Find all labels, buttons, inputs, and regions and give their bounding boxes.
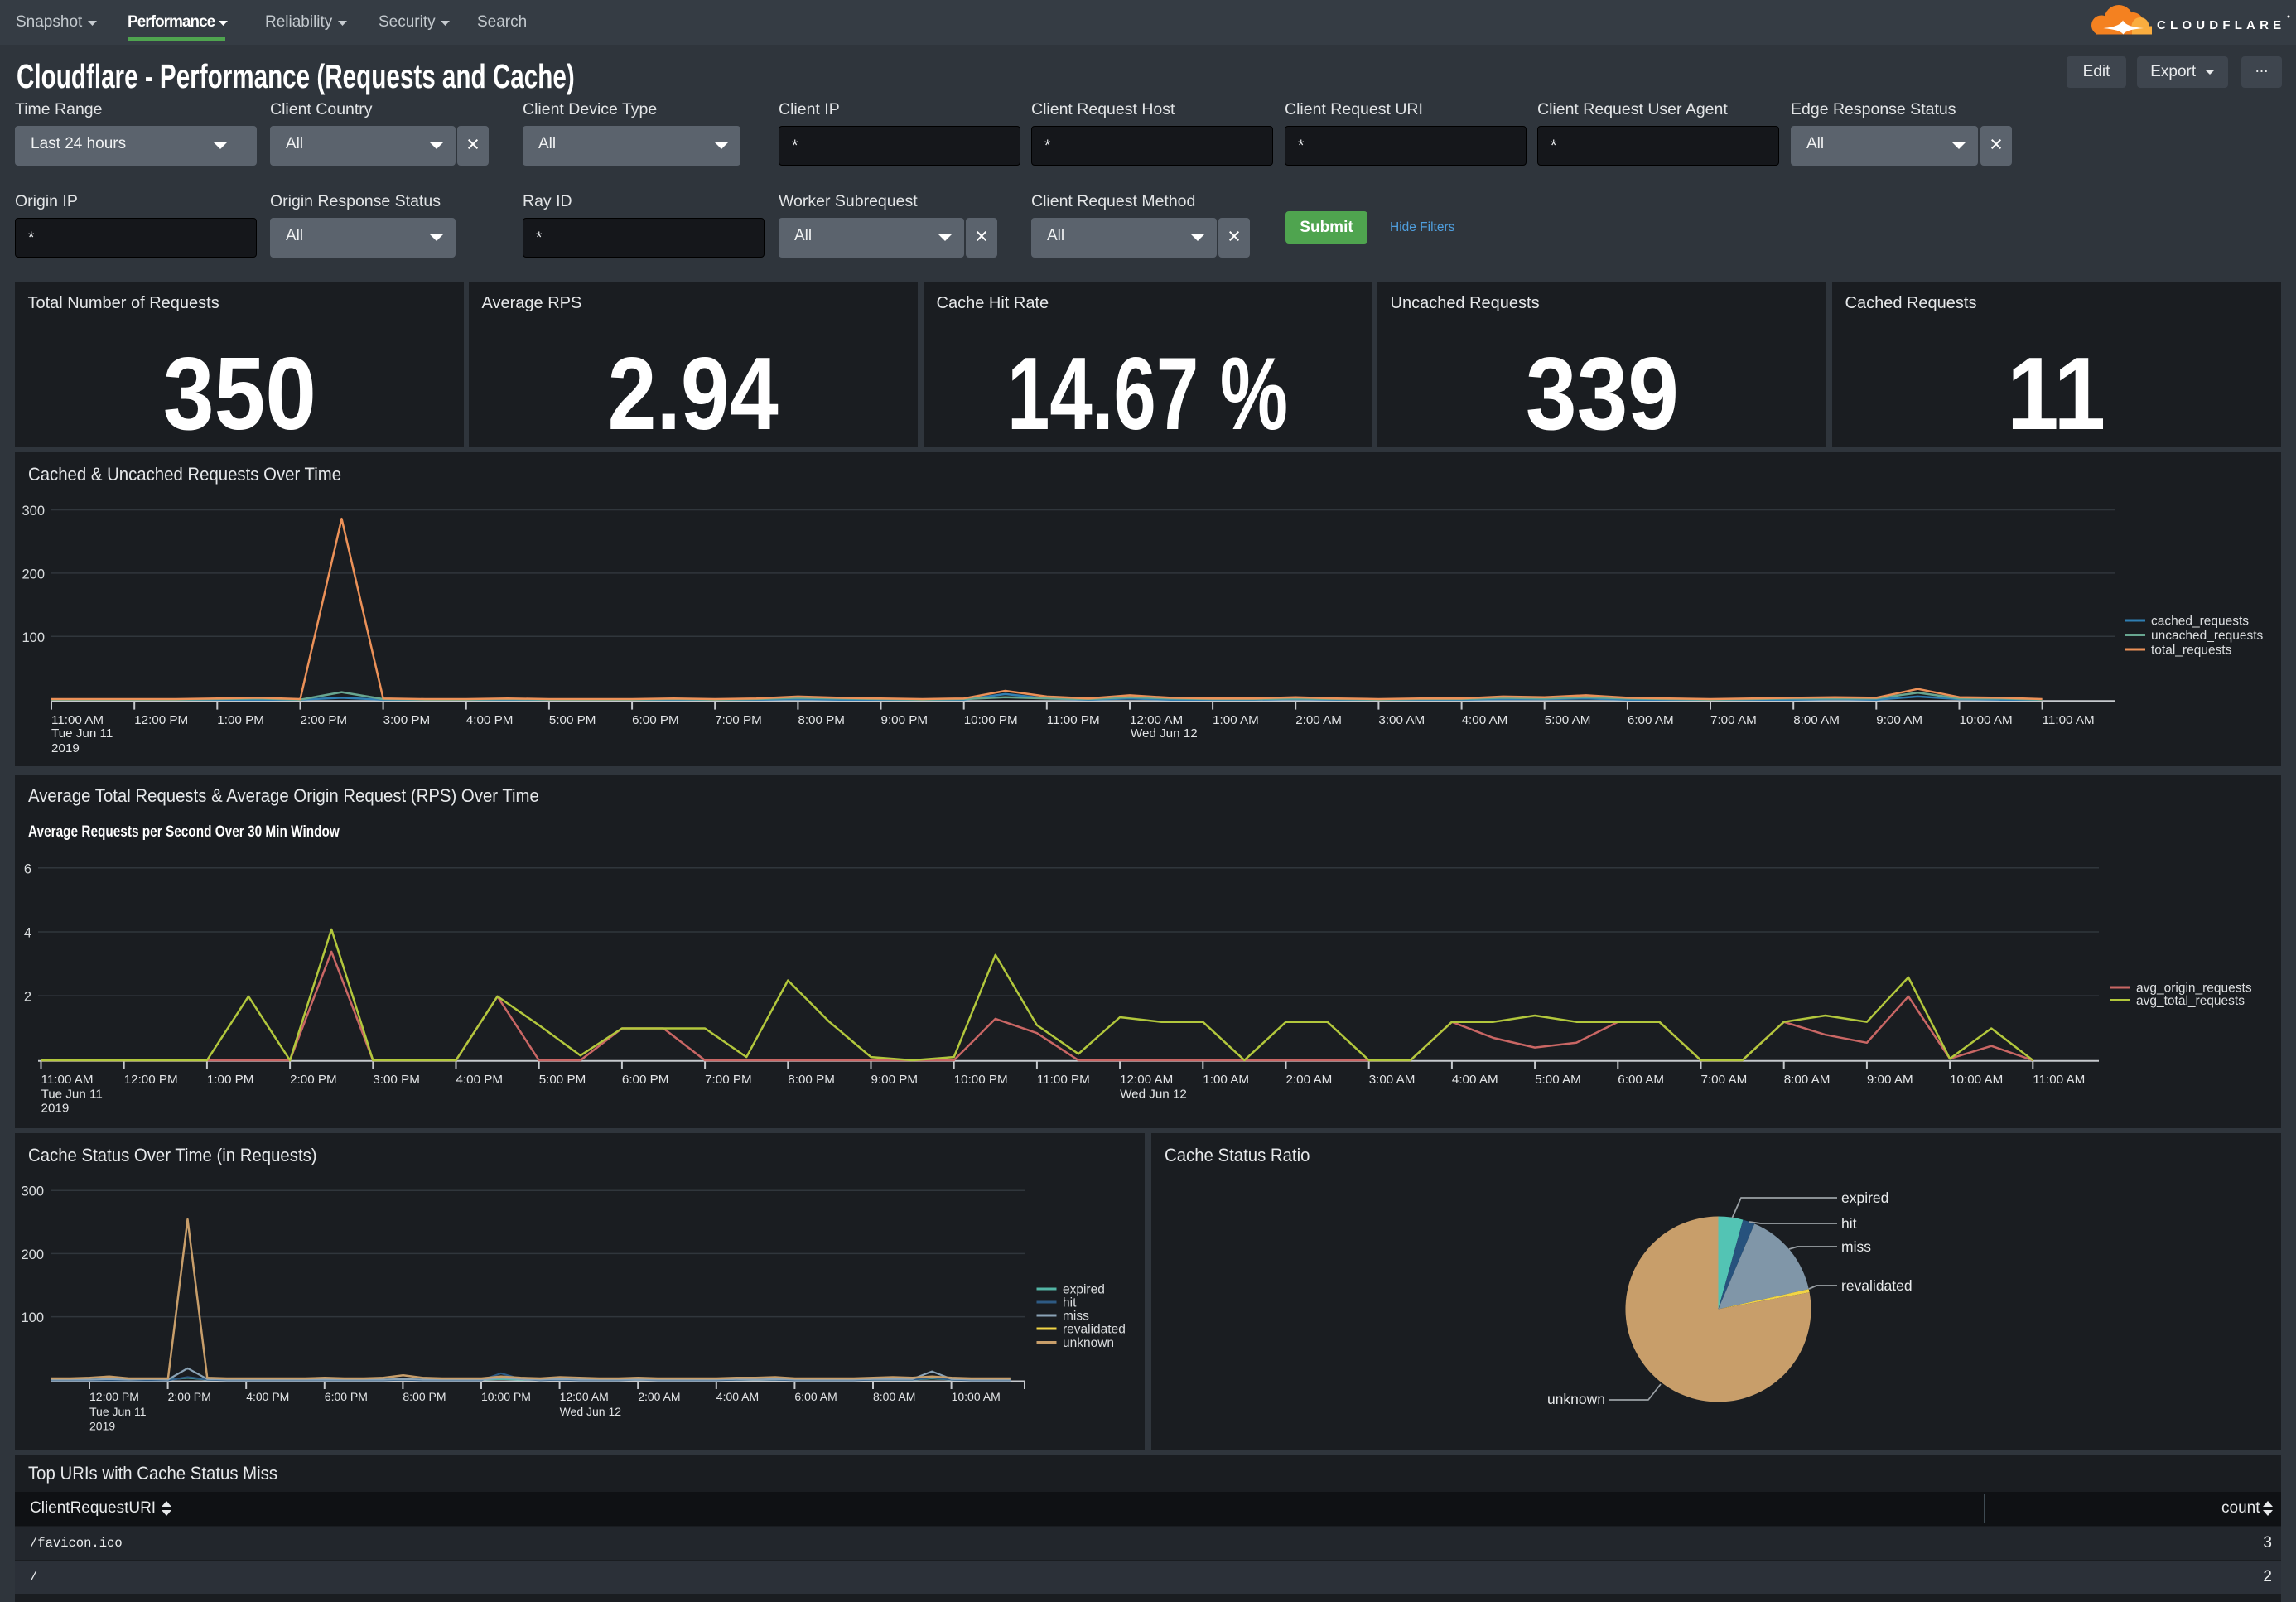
svg-text:2019: 2019	[89, 1420, 115, 1433]
svg-text:6:00 AM: 6:00 AM	[1618, 1073, 1664, 1087]
svg-text:300: 300	[22, 504, 45, 519]
svg-text:miss: miss	[1841, 1238, 1871, 1255]
svg-text:5:00 AM: 5:00 AM	[1535, 1073, 1581, 1087]
svg-text:12:00 AM: 12:00 AM	[560, 1390, 609, 1403]
svg-text:3:00 PM: 3:00 PM	[383, 713, 431, 727]
svg-text:6:00 PM: 6:00 PM	[632, 713, 679, 727]
svg-text:cached_requests: cached_requests	[2151, 615, 2249, 629]
svg-text:10:00 PM: 10:00 PM	[481, 1390, 531, 1403]
svg-text:2: 2	[24, 990, 31, 1005]
svg-text:6:00 PM: 6:00 PM	[622, 1073, 669, 1087]
svg-text:12:00 PM: 12:00 PM	[134, 713, 188, 727]
svg-text:7:00 AM: 7:00 AM	[1701, 1073, 1748, 1087]
svg-text:revalidated: revalidated	[1841, 1277, 1913, 1294]
svg-text:3:00 PM: 3:00 PM	[373, 1073, 420, 1087]
svg-text:avg_origin_requests: avg_origin_requests	[2136, 982, 2252, 996]
svg-text:total_requests: total_requests	[2151, 644, 2232, 658]
svg-text:12:00 PM: 12:00 PM	[89, 1390, 139, 1403]
svg-text:5:00 PM: 5:00 PM	[549, 713, 596, 727]
svg-text:6:00 AM: 6:00 AM	[794, 1390, 837, 1403]
svg-text:unknown: unknown	[1063, 1336, 1114, 1350]
svg-text:hit: hit	[1063, 1296, 1077, 1310]
svg-text:1:00 AM: 1:00 AM	[1203, 1073, 1249, 1087]
svg-text:4:00 PM: 4:00 PM	[466, 713, 514, 727]
svg-text:8:00 PM: 8:00 PM	[788, 1073, 835, 1087]
svg-text:9:00 PM: 9:00 PM	[881, 713, 929, 727]
svg-text:2019: 2019	[41, 1102, 70, 1116]
svg-text:5:00 AM: 5:00 AM	[1545, 713, 1591, 727]
svg-text:10:00 AM: 10:00 AM	[1960, 713, 2013, 727]
svg-text:11:00 PM: 11:00 PM	[1037, 1073, 1090, 1087]
svg-text:200: 200	[22, 567, 45, 581]
svg-text:3:00 AM: 3:00 AM	[1369, 1073, 1416, 1087]
svg-text:4:00 AM: 4:00 AM	[716, 1390, 759, 1403]
svg-text:11:00 AM: 11:00 AM	[51, 713, 104, 727]
svg-text:expired: expired	[1063, 1283, 1105, 1297]
svg-text:avg_total_requests: avg_total_requests	[2136, 994, 2245, 1008]
svg-text:8:00 PM: 8:00 PM	[798, 713, 845, 727]
svg-text:4: 4	[24, 926, 31, 941]
svg-text:4:00 AM: 4:00 AM	[1462, 713, 1508, 727]
svg-text:11:00 AM: 11:00 AM	[2033, 1073, 2085, 1087]
svg-text:Tue Jun 11: Tue Jun 11	[51, 726, 113, 741]
svg-text:6:00 AM: 6:00 AM	[1628, 713, 1674, 727]
svg-text:12:00 PM: 12:00 PM	[124, 1073, 178, 1087]
svg-text:9:00 PM: 9:00 PM	[871, 1073, 919, 1087]
svg-text:9:00 AM: 9:00 AM	[1876, 713, 1922, 727]
svg-text:2:00 AM: 2:00 AM	[1295, 713, 1342, 727]
svg-text:10:00 PM: 10:00 PM	[954, 1073, 1008, 1087]
svg-text:1:00 PM: 1:00 PM	[217, 713, 264, 727]
svg-text:7:00 PM: 7:00 PM	[705, 1073, 752, 1087]
svg-text:12:00 AM: 12:00 AM	[1130, 713, 1183, 727]
svg-text:uncached_requests: uncached_requests	[2151, 629, 2264, 643]
svg-text:1:00 AM: 1:00 AM	[1213, 713, 1259, 727]
svg-text:expired: expired	[1841, 1189, 1888, 1206]
svg-text:8:00 AM: 8:00 AM	[1784, 1073, 1831, 1087]
svg-text:2:00 AM: 2:00 AM	[1286, 1073, 1333, 1087]
svg-text:7:00 PM: 7:00 PM	[715, 713, 762, 727]
svg-text:unknown: unknown	[1547, 1391, 1605, 1407]
svg-text:11:00 PM: 11:00 PM	[1047, 713, 1100, 727]
svg-text:2:00 PM: 2:00 PM	[168, 1390, 211, 1403]
svg-text:2:00 PM: 2:00 PM	[290, 1073, 337, 1087]
svg-text:revalidated: revalidated	[1063, 1323, 1126, 1337]
svg-text:4:00 AM: 4:00 AM	[1452, 1073, 1498, 1087]
svg-text:Wed Jun 12: Wed Jun 12	[1120, 1088, 1187, 1102]
svg-text:5:00 PM: 5:00 PM	[539, 1073, 586, 1087]
svg-text:7:00 AM: 7:00 AM	[1710, 713, 1757, 727]
svg-text:Tue Jun 11: Tue Jun 11	[41, 1088, 103, 1102]
svg-text:4:00 PM: 4:00 PM	[456, 1073, 504, 1087]
svg-text:8:00 AM: 8:00 AM	[1793, 713, 1840, 727]
svg-text:200: 200	[21, 1247, 44, 1262]
svg-text:11:00 AM: 11:00 AM	[41, 1073, 94, 1087]
svg-text:3:00 AM: 3:00 AM	[1378, 713, 1425, 727]
svg-text:8:00 PM: 8:00 PM	[403, 1390, 446, 1403]
svg-text:4:00 PM: 4:00 PM	[246, 1390, 289, 1403]
svg-text:100: 100	[21, 1310, 44, 1325]
svg-text:2:00 AM: 2:00 AM	[638, 1390, 680, 1403]
svg-text:miss: miss	[1063, 1310, 1089, 1324]
svg-text:9:00 AM: 9:00 AM	[1867, 1073, 1913, 1087]
svg-text:12:00 AM: 12:00 AM	[1120, 1073, 1173, 1087]
svg-text:10:00 PM: 10:00 PM	[964, 713, 1018, 727]
svg-text:6: 6	[24, 861, 31, 876]
svg-text:2:00 PM: 2:00 PM	[301, 713, 348, 727]
svg-text:6:00 PM: 6:00 PM	[325, 1390, 368, 1403]
svg-text:1:00 PM: 1:00 PM	[207, 1073, 254, 1087]
svg-text:100: 100	[22, 630, 45, 645]
svg-text:300: 300	[21, 1185, 44, 1199]
svg-text:hit: hit	[1841, 1215, 1857, 1232]
svg-text:Wed Jun 12: Wed Jun 12	[560, 1405, 622, 1418]
svg-text:11:00 AM: 11:00 AM	[2043, 713, 2095, 727]
svg-text:8:00 AM: 8:00 AM	[873, 1390, 915, 1403]
svg-text:10:00 AM: 10:00 AM	[952, 1390, 1001, 1403]
svg-text:Wed Jun 12: Wed Jun 12	[1131, 726, 1198, 741]
svg-text:10:00 AM: 10:00 AM	[1950, 1073, 2003, 1087]
svg-text:Tue Jun 11: Tue Jun 11	[89, 1405, 147, 1418]
svg-text:2019: 2019	[51, 741, 80, 755]
